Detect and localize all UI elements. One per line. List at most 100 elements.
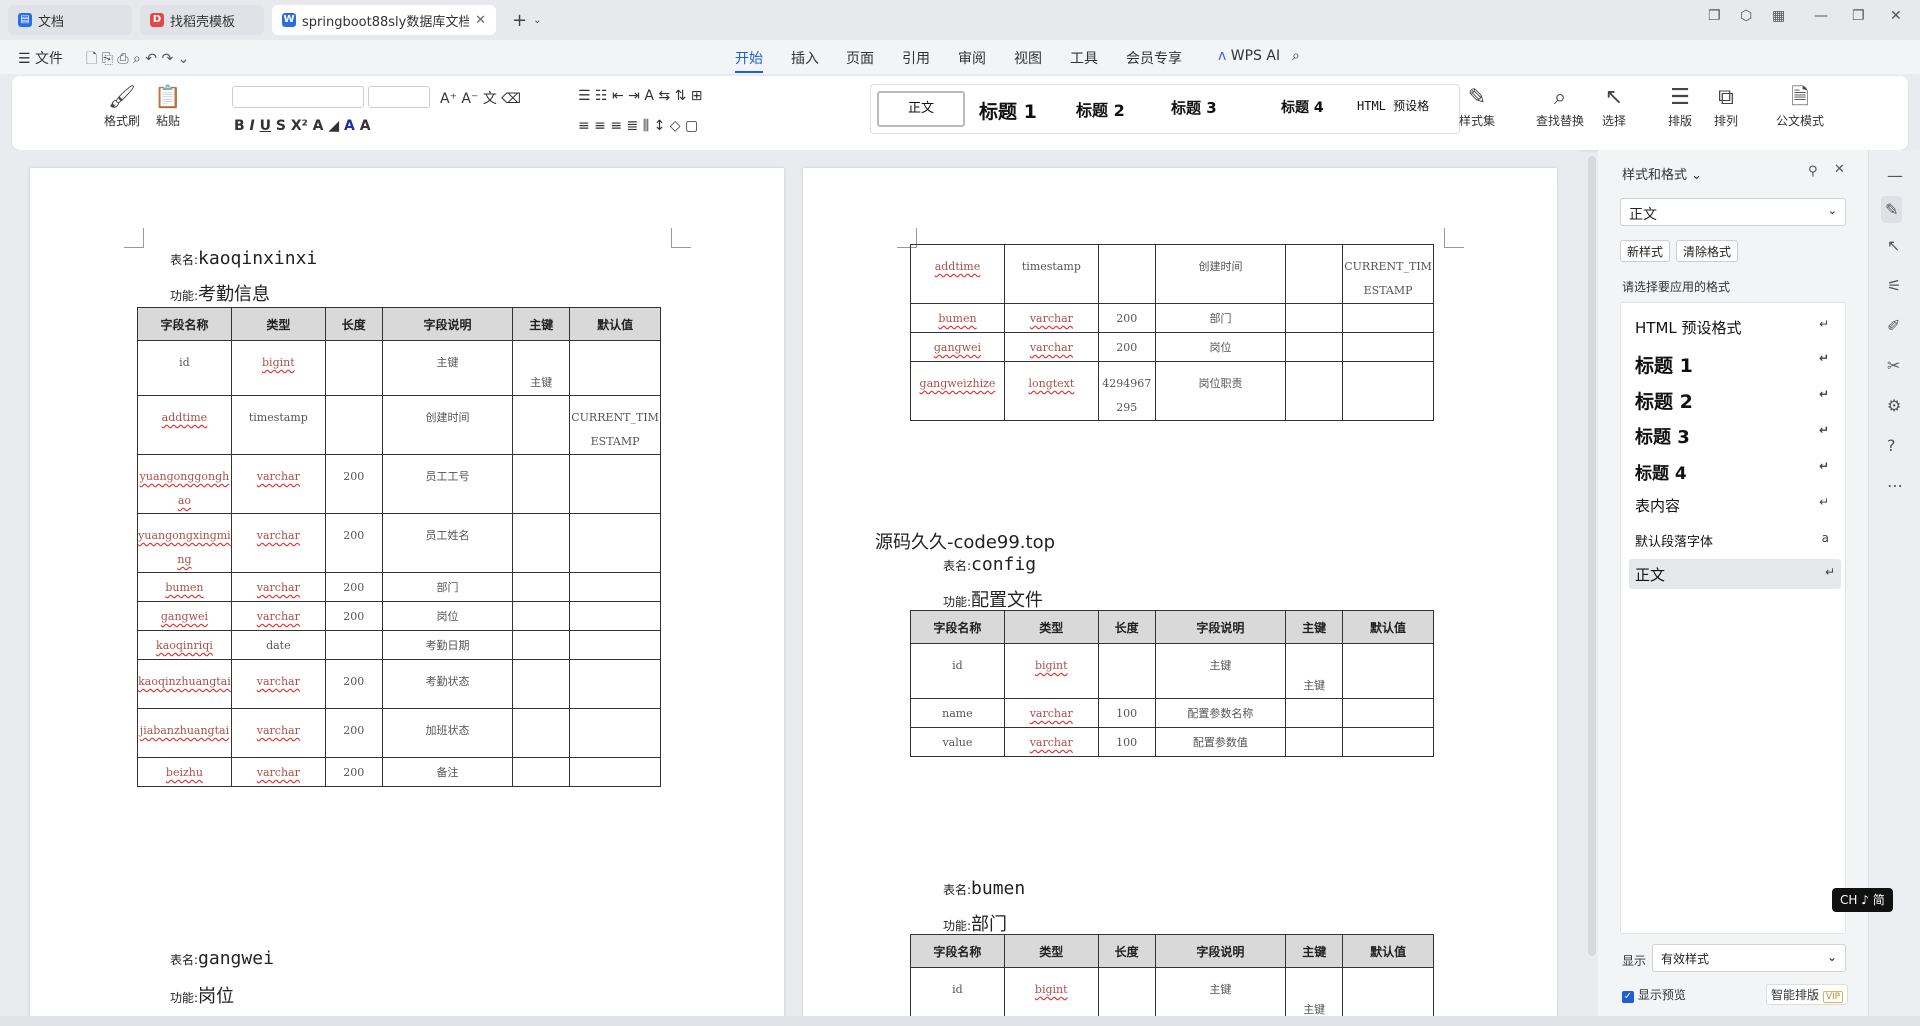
table-cell[interactable]: varchar xyxy=(1003,303,1099,333)
table-cell[interactable]: date xyxy=(230,630,326,660)
style-html-preset[interactable]: HTML 预设格 xyxy=(1357,97,1429,114)
table-cell[interactable]: 100 xyxy=(1097,698,1156,728)
table-cell[interactable]: varchar xyxy=(230,572,326,602)
table-cell[interactable]: 考勤日期 xyxy=(381,630,514,660)
table-cell[interactable]: 主键 xyxy=(1285,643,1344,699)
table-cell[interactable]: id xyxy=(910,967,1005,1023)
table-cell[interactable]: 主键 xyxy=(512,340,571,396)
table-cell[interactable] xyxy=(324,340,383,396)
table-cell[interactable] xyxy=(512,708,571,758)
close-tab-icon[interactable]: ✕ xyxy=(475,13,486,28)
table-cell[interactable]: CURRENT_TIMESTAMP xyxy=(569,395,661,455)
table-cell[interactable]: varchar xyxy=(230,708,326,758)
table-cell[interactable]: id xyxy=(910,643,1005,699)
cursor-icon[interactable]: ↖ xyxy=(1887,236,1900,255)
tools-icon[interactable]: ✂ xyxy=(1887,356,1900,375)
arrange-button[interactable]: ⧉ 排列 xyxy=(1704,84,1748,129)
table-cell[interactable] xyxy=(1342,727,1434,757)
page-2[interactable]: addtime timestamp 创建时间 CURRENT_TIMESTAMP bum… xyxy=(803,168,1557,1026)
edit-icon[interactable]: ✐ xyxy=(1887,316,1900,335)
table-cell[interactable]: id xyxy=(137,340,232,396)
table-cell[interactable]: bigint xyxy=(1003,643,1099,699)
table-cell[interactable] xyxy=(569,513,661,573)
style-item[interactable]: HTML 预设格式 ↵ xyxy=(1635,317,1835,338)
cube-icon[interactable]: ⬡ xyxy=(1740,8,1752,24)
style-item[interactable]: 标题 4 ↵ xyxy=(1635,459,1835,484)
format-buttons[interactable]: B I U S X² A ◢ A A xyxy=(234,118,371,134)
style-list[interactable]: HTML 预设格式 ↵ 标题 1 ↵ 标题 2 ↵ 标题 3 ↵ 标题 4 ↵ 表内容 ↵ … xyxy=(1620,302,1846,934)
table-cell[interactable]: 200 xyxy=(1097,332,1156,362)
style-h1[interactable]: 标题 1 xyxy=(979,97,1037,124)
table-cell[interactable] xyxy=(1342,332,1434,362)
table-cell[interactable]: 主键 xyxy=(1154,643,1287,699)
table-cell[interactable] xyxy=(324,395,383,455)
ime-indicator[interactable]: CH ♪ 简 xyxy=(1832,888,1893,912)
close-icon[interactable]: ✕ xyxy=(1834,162,1845,177)
table-cell[interactable]: varchar xyxy=(1003,698,1099,728)
table-cell[interactable]: varchar xyxy=(230,757,326,787)
table-cell[interactable]: 主键 xyxy=(1285,967,1344,1023)
table-cell[interactable]: bumen xyxy=(137,572,232,602)
table-cell[interactable] xyxy=(512,630,571,660)
table-cell[interactable] xyxy=(1097,967,1156,1023)
table-cell[interactable]: 部门 xyxy=(381,572,514,602)
table-cell[interactable]: 创建时间 xyxy=(381,395,514,455)
document-area[interactable]: 表名:kaoqinxinxi 功能:考勤信息 字段名称 类型 长度 字段说明 主键 默认值… xyxy=(0,150,1596,1026)
table-cell[interactable]: longtext xyxy=(1003,361,1099,421)
table-cell[interactable] xyxy=(512,601,571,631)
field-table[interactable]: addtime timestamp 创建时间 CURRENT_TIMESTAMP bum… xyxy=(910,244,1434,421)
wps-ai-button[interactable]: ʌ WPS AI xyxy=(1218,48,1280,64)
table-cell[interactable]: varchar xyxy=(230,454,326,514)
tab-document[interactable]: Wspringboot88sly数据库文档 ✕ xyxy=(272,5,496,35)
table-cell[interactable] xyxy=(1285,303,1344,333)
tab-start[interactable]: 开始 xyxy=(735,48,763,73)
table-cell[interactable]: 备注 xyxy=(381,757,514,787)
table-cell[interactable] xyxy=(1285,727,1344,757)
table-cell[interactable]: varchar xyxy=(1003,332,1099,362)
table-cell[interactable]: gangweizhize xyxy=(910,361,1005,421)
table-cell[interactable]: jiabanzhuangtai xyxy=(137,708,232,758)
table-cell[interactable]: 主键 xyxy=(1154,967,1287,1023)
table-cell[interactable]: 岗位 xyxy=(1154,332,1287,362)
table-cell[interactable]: 岗位 xyxy=(381,601,514,631)
table-cell[interactable]: bigint xyxy=(230,340,326,396)
table-cell[interactable]: 配置参数名称 xyxy=(1154,698,1287,728)
table-cell[interactable]: timestamp xyxy=(230,395,326,455)
more-icon[interactable]: ⋯ xyxy=(1887,476,1903,495)
table-cell[interactable]: 4294967295 xyxy=(1097,361,1156,421)
table-cell[interactable]: bumen xyxy=(910,303,1005,333)
table-cell[interactable]: beizhu xyxy=(137,757,232,787)
table-cell[interactable] xyxy=(569,630,661,660)
list-buttons[interactable]: ☰ ☷ ⇤ ⇥ A ⇆ ⇅ ⊞ xyxy=(578,88,702,104)
table-cell[interactable] xyxy=(1342,967,1434,1023)
table-cell[interactable]: kaoqinriqi xyxy=(137,630,232,660)
table-cell[interactable]: name xyxy=(910,698,1005,728)
field-table[interactable]: 字段名称 类型 长度 字段说明 主键 默认值 id bigint 主键 主键 addtime tim… xyxy=(137,307,661,787)
table-cell[interactable] xyxy=(1342,303,1434,333)
table-cell[interactable] xyxy=(512,395,571,455)
table-cell[interactable] xyxy=(1342,698,1434,728)
field-table[interactable]: 字段名称 类型 长度 字段说明 主键 默认值 id bigint 主键 主键 xyxy=(910,934,1434,1023)
style-h4[interactable]: 标题 4 xyxy=(1281,97,1324,117)
table-cell[interactable]: addtime xyxy=(137,395,232,455)
smart-layout-button[interactable]: 智能排版 VIP xyxy=(1766,984,1849,1005)
file-menu[interactable]: ☰ 文件 xyxy=(18,48,63,68)
table-cell[interactable]: 200 xyxy=(324,659,383,709)
table-cell[interactable] xyxy=(1285,361,1344,421)
restore-icon[interactable]: ❐ xyxy=(1852,8,1865,24)
quick-toolbar-icons[interactable]: 🗋 ⎘ ⎙ ⌕ ↶ ↷ ⌄ xyxy=(86,48,189,72)
style-item-selected[interactable]: 正文 ↵ xyxy=(1629,559,1841,589)
font-size-select[interactable] xyxy=(368,86,430,108)
table-cell[interactable]: varchar xyxy=(1003,727,1099,757)
tab-reference[interactable]: 引用 xyxy=(902,48,930,68)
table-cell[interactable] xyxy=(512,513,571,573)
field-table[interactable]: 字段名称 类型 长度 字段说明 主键 默认值 id bigint 主键 主键 name varcha… xyxy=(910,610,1434,757)
font-family-select[interactable] xyxy=(232,86,364,108)
table-cell[interactable]: varchar xyxy=(230,513,326,573)
style-h3[interactable]: 标题 3 xyxy=(1171,97,1217,118)
table-cell[interactable]: 200 xyxy=(1097,303,1156,333)
table-cell[interactable]: 200 xyxy=(324,708,383,758)
format-painter-button[interactable]: 🖌 格式刷 xyxy=(100,84,144,129)
table-cell[interactable]: 加班状态 xyxy=(381,708,514,758)
clear-format-button[interactable]: 清除格式 xyxy=(1676,240,1739,262)
